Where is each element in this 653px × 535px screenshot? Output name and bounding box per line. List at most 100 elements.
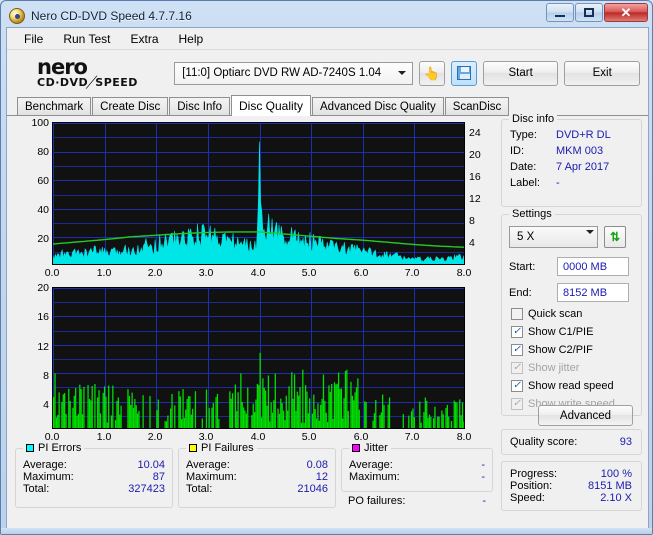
chevron-down-icon[interactable] [586, 230, 594, 246]
tab-advanced-disc-quality[interactable]: Advanced Disc Quality [312, 97, 444, 115]
window-controls: ✕ [546, 3, 648, 22]
disc-id-value: MKM 003 [556, 145, 604, 157]
checkbox-icon: ✓ [511, 307, 523, 320]
disc-type-value: DVD+R DL [556, 129, 611, 141]
po-failures-label: PO failures: [348, 495, 406, 507]
pi-failures-legend: PI Failures [186, 442, 257, 454]
pie-ytick-40: 40 [37, 204, 49, 216]
menu-extra[interactable]: Extra [121, 29, 167, 49]
disc-date-label: Date: [510, 161, 537, 173]
pie-xtick-0: 0.0 [44, 267, 60, 279]
pif-average-value: 0.08 [306, 459, 328, 471]
pif-xtick-1: 1.0 [96, 431, 112, 443]
pif-ytick-16: 16 [37, 311, 49, 323]
jitter-average-value: - [481, 459, 485, 471]
title-bar: Nero CD-DVD Speed 4.7.7.16 ✕ [1, 1, 652, 27]
speed-ytick-8: 8 [469, 215, 475, 227]
pie-average-label: Average: [23, 459, 67, 471]
checkbox-show-c2-pif[interactable]: ✓ Show C2/PIF [511, 342, 637, 357]
pie-average-value: 10.04 [137, 459, 165, 471]
tab-create-disc[interactable]: Create Disc [92, 97, 169, 115]
eject-hand-button[interactable]: 👆 [418, 60, 445, 86]
start-input[interactable]: 0000 MB [557, 257, 629, 276]
pif-maximum-value: 12 [315, 471, 328, 483]
progress-group: Progress: 100 % Position: 8151 MB Speed: 2.… [501, 461, 642, 511]
pi-errors-legend-label: PI Errors [38, 442, 82, 454]
jitter-average-label: Average: [349, 459, 393, 471]
advanced-button[interactable]: Advanced [538, 405, 633, 426]
pie-ytick-80: 80 [37, 146, 49, 158]
pi-failures-legend-label: PI Failures [201, 442, 254, 454]
refresh-icon: ⇅ [609, 230, 621, 244]
end-input-value: 8152 MB [563, 286, 608, 299]
drive-select[interactable]: [11:0] Optiarc DVD RW AD-7240S 1.04 [174, 61, 413, 85]
menu-bar: File Run Test Extra Help [7, 28, 648, 50]
pi-failures-plot-area[interactable] [52, 287, 465, 429]
checkbox-quick-scan[interactable]: ✓ Quick scan [511, 306, 637, 321]
nero-logo: nero CD·DVD╱SPEED [15, 56, 174, 89]
speed-value: 2.10 X [600, 492, 632, 504]
logo-sub-right: SPEED [95, 75, 138, 89]
end-input[interactable]: 8152 MB [557, 283, 629, 302]
speed-label: Speed: [510, 492, 545, 504]
tab-disc-quality[interactable]: Disc Quality [231, 95, 312, 116]
menu-run-test[interactable]: Run Test [54, 29, 119, 49]
speed-ytick-16: 16 [469, 171, 481, 183]
tab-scandisc[interactable]: ScanDisc [444, 97, 510, 115]
pie-xtick-8: 8.0 [456, 267, 472, 279]
pif-maximum-label: Maximum: [186, 471, 237, 483]
speed-select[interactable]: 5 X [509, 226, 598, 248]
checkbox-icon: ✓ [511, 379, 523, 392]
menu-help[interactable]: Help [170, 29, 213, 49]
nero-disc-icon [9, 8, 25, 24]
status-strip [1, 528, 652, 534]
nero-subtitle: CD·DVD╱SPEED [37, 75, 174, 89]
start-button[interactable]: Start [482, 60, 559, 86]
settings-legend: Settings [509, 208, 555, 220]
chevron-down-icon[interactable] [393, 64, 411, 83]
menu-file[interactable]: File [15, 29, 52, 49]
exit-button[interactable]: Exit [564, 60, 641, 86]
checkbox-icon: ✓ [511, 343, 523, 356]
pie-xtick-3: 3.0 [198, 267, 214, 279]
pi-failures-color-swatch [189, 444, 197, 452]
pie-xtick-5: 5.0 [301, 267, 317, 279]
pi-errors-plot-area[interactable] [52, 122, 465, 265]
start-label: Start: [509, 260, 536, 273]
checkbox-show-c1-pie-label: Show C1/PIE [528, 325, 594, 338]
speed-select-value: 5 X [517, 231, 535, 243]
jitter-legend: Jitter [349, 442, 391, 454]
minimize-button[interactable] [546, 3, 574, 22]
pie-total-label: Total: [23, 483, 50, 495]
checkbox-show-c1-pie[interactable]: ✓ Show C1/PIE [511, 324, 637, 339]
pif-xtick-7: 7.0 [404, 431, 420, 443]
settings-group: Settings 5 X ⇅ Start: 0000 MB End: 8152 … [501, 208, 642, 426]
refresh-button[interactable]: ⇅ [604, 226, 626, 248]
progress-label: Progress: [510, 468, 558, 480]
pif-ytick-8: 8 [43, 370, 49, 382]
checkbox-show-read-speed[interactable]: ✓ Show read speed [511, 378, 637, 393]
jitter-stats-group: Jitter Average: - Maximum: - [341, 442, 493, 492]
disc-label-value: - [556, 177, 560, 189]
end-label: End: [509, 286, 532, 299]
disc-type-label: Type: [510, 129, 537, 141]
drive-select-value: [11:0] Optiarc DVD RW AD-7240S 1.04 [182, 67, 382, 79]
tab-disc-info[interactable]: Disc Info [169, 97, 230, 115]
disc-info-group: Disc info Type: DVD+R DL ID: MKM 003 Date:… [501, 113, 642, 207]
save-results-button[interactable] [450, 60, 477, 86]
toolbar: nero CD·DVD╱SPEED [11:0] Optiarc DVD RW … [7, 50, 648, 96]
close-icon: ✕ [620, 4, 632, 20]
po-failures-value: - [482, 495, 486, 507]
checkbox-show-jitter-label: Show jitter [528, 361, 580, 374]
hand-icon: 👆 [423, 65, 440, 81]
start-input-value: 0000 MB [563, 260, 608, 273]
disc-quality-panel: 100 80 60 40 20 24 20 16 12 8 4 0.0 1.0 … [7, 113, 648, 526]
tab-benchmark[interactable]: Benchmark [17, 97, 92, 115]
disc-date-value: 7 Apr 2017 [556, 161, 610, 173]
pi-errors-stats-group: PI Errors Average: 10.04 Maximum: 87 Total… [15, 442, 173, 508]
disc-id-label: ID: [510, 145, 525, 157]
close-button[interactable]: ✕ [604, 3, 648, 22]
speed-ytick-12: 12 [469, 193, 481, 205]
pie-ytick-60: 60 [37, 175, 49, 187]
maximize-button[interactable] [575, 3, 603, 22]
